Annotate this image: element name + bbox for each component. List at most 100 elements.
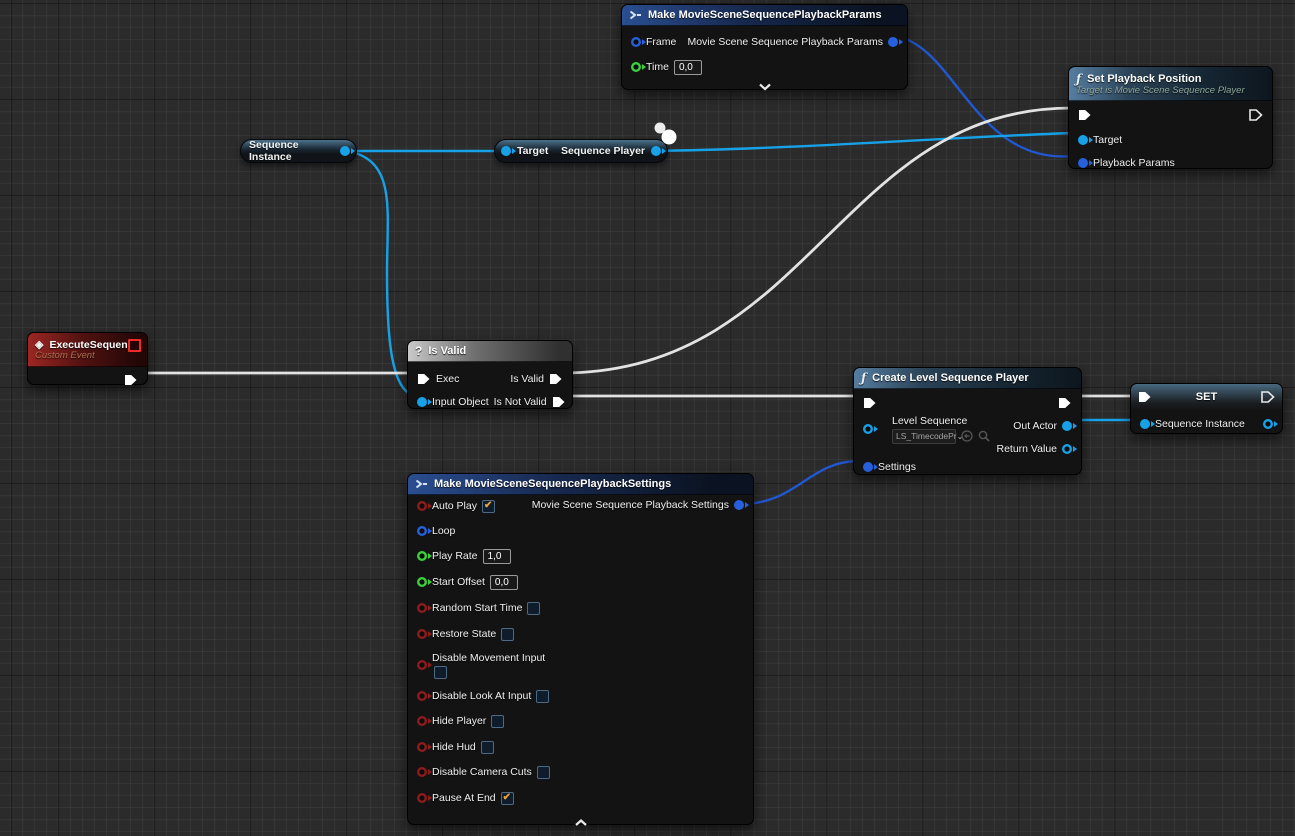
start-offset-pin[interactable] bbox=[417, 577, 427, 587]
node-header[interactable]: ? Is Valid bbox=[408, 341, 572, 362]
pin-label: Target bbox=[517, 145, 548, 157]
pin-label: Settings bbox=[878, 461, 916, 473]
node-is-valid[interactable]: ? Is Valid Exec Is Valid Input Object bbox=[407, 340, 573, 409]
node-get-sequence-instance[interactable]: Sequence Instance bbox=[240, 139, 357, 163]
pin-label: Exec bbox=[436, 373, 459, 385]
restore-state-pin[interactable] bbox=[417, 629, 427, 639]
node-execute-sequence-event[interactable]: ◈ ExecuteSequence Custom Event bbox=[27, 332, 148, 385]
pin-label: Disable Camera Cuts bbox=[432, 766, 532, 778]
pin-label: Playback Params bbox=[1093, 157, 1175, 169]
pause-at-end-pin[interactable] bbox=[417, 793, 427, 803]
node-create-level-sequence-player[interactable]: ƒ Create Level Sequence Player Level Seq… bbox=[853, 367, 1082, 475]
play-rate-pin[interactable] bbox=[417, 551, 427, 561]
settings-pin[interactable] bbox=[863, 462, 873, 472]
pin-label: Disable Look At Input bbox=[432, 690, 531, 702]
function-icon: ƒ bbox=[1076, 72, 1081, 86]
sequence-instance-out-pin[interactable] bbox=[340, 146, 350, 156]
restore-state-checkbox[interactable] bbox=[501, 628, 514, 641]
pin-label: Time bbox=[646, 61, 669, 73]
out-actor-pin[interactable] bbox=[1062, 421, 1072, 431]
wire-sequence-player-target[interactable] bbox=[651, 133, 1073, 151]
auto-play-checkbox[interactable] bbox=[482, 500, 495, 513]
pin-label: Hide Player bbox=[432, 715, 486, 727]
hide-player-pin[interactable] bbox=[417, 716, 427, 726]
hide-hud-checkbox[interactable] bbox=[481, 741, 494, 754]
random-start-time-pin[interactable] bbox=[417, 603, 427, 613]
disable-look-at-input-checkbox[interactable] bbox=[536, 690, 549, 703]
node-header[interactable]: Make MovieSceneSequencePlaybackSettings bbox=[408, 474, 753, 495]
node-make-playback-settings[interactable]: Make MovieSceneSequencePlaybackSettings … bbox=[407, 473, 754, 825]
pin-label: Sequence Instance bbox=[1155, 418, 1245, 430]
node-subtitle: Target is Movie Scene Sequence Player bbox=[1076, 86, 1245, 96]
node-title: Set Playback Position bbox=[1087, 73, 1201, 85]
node-title: ExecuteSequence bbox=[49, 339, 139, 351]
start-offset-input[interactable]: 0,0 bbox=[490, 575, 518, 590]
disable-movement-input-checkbox[interactable] bbox=[434, 666, 447, 679]
pin-label: Is Valid bbox=[510, 373, 544, 385]
frame-pin[interactable] bbox=[631, 37, 641, 47]
event-delegate-pin[interactable] bbox=[128, 339, 141, 352]
wire-sequence-instance-isvalid[interactable] bbox=[347, 151, 415, 396]
wire-playback-params[interactable] bbox=[895, 36, 1073, 156]
pin-label: Input Object bbox=[432, 396, 489, 408]
blueprint-graph-canvas[interactable]: Make MovieSceneSequencePlaybackParams Fr… bbox=[0, 0, 1295, 836]
collapse-pins-chevron-icon[interactable] bbox=[758, 78, 772, 96]
pin-label: Is Not Valid bbox=[494, 396, 547, 408]
node-header[interactable]: SET bbox=[1131, 384, 1282, 410]
target-pin[interactable] bbox=[1078, 135, 1088, 145]
input-object-pin[interactable] bbox=[417, 397, 427, 407]
pin-label: Disable Movement Input bbox=[432, 652, 545, 664]
variable-label: Sequence Instance bbox=[249, 139, 334, 163]
loop-pin[interactable] bbox=[417, 526, 427, 536]
node-header[interactable]: ƒ Set Playback Position Target is Movie … bbox=[1069, 67, 1272, 101]
disable-camera-cuts-pin[interactable] bbox=[417, 767, 427, 777]
make-struct-icon bbox=[629, 10, 642, 20]
question-icon: ? bbox=[415, 344, 422, 358]
target-pin[interactable] bbox=[501, 146, 511, 156]
auto-play-pin[interactable] bbox=[417, 501, 427, 511]
return-value-pin[interactable] bbox=[1062, 444, 1072, 454]
time-pin[interactable] bbox=[631, 62, 641, 72]
pin-label: Movie Scene Sequence Playback Params bbox=[687, 36, 883, 48]
node-header[interactable]: ◈ ExecuteSequence Custom Event bbox=[28, 333, 147, 367]
function-icon: ƒ bbox=[861, 371, 866, 385]
exec-out-pin[interactable] bbox=[1249, 109, 1263, 121]
sequence-instance-in-pin[interactable] bbox=[1140, 419, 1150, 429]
disable-movement-input-pin[interactable] bbox=[417, 660, 427, 670]
wire-settings[interactable] bbox=[741, 461, 859, 504]
playback-params-pin[interactable] bbox=[1078, 158, 1088, 168]
node-header[interactable]: Make MovieSceneSequencePlaybackParams bbox=[622, 5, 907, 26]
node-header[interactable]: ƒ Create Level Sequence Player bbox=[854, 368, 1081, 389]
exec-out-pin[interactable] bbox=[124, 374, 138, 386]
pin-label: Loop bbox=[432, 525, 455, 537]
exec-in-pin[interactable] bbox=[863, 397, 877, 409]
sequence-instance-out-pin[interactable] bbox=[1263, 419, 1273, 429]
disable-look-at-input-pin[interactable] bbox=[417, 691, 427, 701]
exec-out-pin[interactable] bbox=[1058, 397, 1072, 409]
exec-in-pin[interactable] bbox=[1078, 109, 1092, 121]
random-start-time-checkbox[interactable] bbox=[527, 602, 540, 615]
playback-params-out-pin[interactable] bbox=[888, 37, 898, 47]
make-struct-icon bbox=[415, 479, 428, 489]
collapse-pins-chevron-icon[interactable] bbox=[574, 814, 588, 832]
hide-hud-pin[interactable] bbox=[417, 742, 427, 752]
node-make-playback-params[interactable]: Make MovieSceneSequencePlaybackParams Fr… bbox=[621, 4, 908, 90]
hide-player-checkbox[interactable] bbox=[491, 715, 504, 728]
disable-camera-cuts-checkbox[interactable] bbox=[537, 766, 550, 779]
time-value-input[interactable]: 0,0 bbox=[674, 60, 702, 75]
node-set-sequence-instance[interactable]: SET Sequence Instance bbox=[1130, 383, 1283, 434]
pin-label: Restore State bbox=[432, 628, 496, 640]
pause-at-end-checkbox[interactable] bbox=[501, 792, 514, 805]
play-rate-input[interactable]: 1,0 bbox=[483, 549, 511, 564]
node-title: Create Level Sequence Player bbox=[872, 372, 1029, 384]
exec-in-pin[interactable] bbox=[417, 373, 431, 385]
pin-label: Frame bbox=[646, 36, 676, 48]
is-not-valid-exec-out-pin[interactable] bbox=[552, 396, 566, 408]
node-set-playback-position[interactable]: ƒ Set Playback Position Target is Movie … bbox=[1068, 66, 1273, 169]
node-get-sequence-player[interactable]: Target Sequence Player bbox=[494, 139, 668, 163]
node-title: SET bbox=[1131, 391, 1282, 403]
mouse-cursor bbox=[650, 118, 684, 152]
is-valid-exec-out-pin[interactable] bbox=[549, 373, 563, 385]
pin-label: Random Start Time bbox=[432, 602, 522, 614]
pin-label: Hide Hud bbox=[432, 741, 476, 753]
